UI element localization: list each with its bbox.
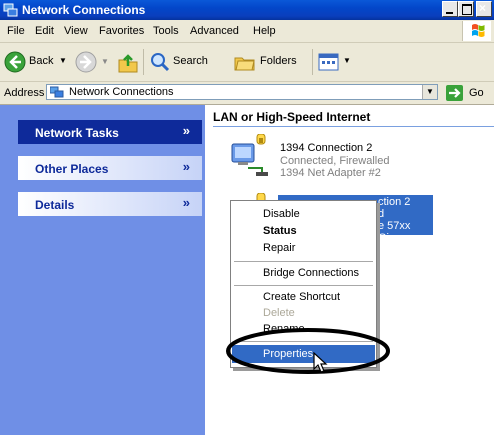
other-places-header[interactable]: Other Places » [18,156,202,180]
menu-favorites[interactable]: Favorites [99,25,144,37]
address-dropdown-button[interactable]: ▼ [422,85,437,99]
menu-separator [234,285,373,286]
go-label: Go [469,87,484,99]
connection-name: 1394 Connection 2 [280,142,373,154]
menu-item-disable[interactable]: Disable [232,205,375,223]
network-connections-icon [3,3,18,17]
address-input[interactable]: Network Connections ▼ [46,84,438,100]
menu-item-status[interactable]: Status [232,222,375,240]
forward-button[interactable]: ▼ [75,51,111,75]
menu-item-bridge-connections[interactable]: Bridge Connections [232,264,375,282]
expand-chevron-icon[interactable]: » [183,195,190,210]
connection-device: 1394 Net Adapter #2 [280,167,381,179]
mouse-cursor-icon [313,352,328,373]
section-divider [213,126,494,127]
address-bar: Address Network Connections ▼ Go [0,82,494,105]
menu-view[interactable]: View [64,25,88,37]
go-arrow-icon [446,85,463,101]
views-dropdown-icon[interactable]: ▼ [343,56,351,65]
toolbar: Back ▼ ▼ Search Folders ▼ [0,43,494,82]
search-icon [151,53,170,72]
title-bar[interactable]: Network Connections × [0,0,494,20]
collapse-chevron-icon[interactable]: » [183,123,190,138]
up-folder-icon[interactable] [117,52,139,74]
windows-logo-icon [462,21,491,41]
toolbar-separator [143,49,144,75]
menu-edit[interactable]: Edit [35,25,54,37]
chevron-down-icon: ▼ [426,87,434,96]
menu-bar: File Edit View Favorites Tools Advanced … [0,20,494,43]
highlight-ellipse [226,328,390,374]
search-label: Search [173,55,208,67]
network-tasks-header[interactable]: Network Tasks » [18,120,202,144]
address-value: Network Connections [69,86,174,98]
section-title: LAN or High-Speed Internet [213,110,371,124]
details-header[interactable]: Details » [18,192,202,216]
views-button[interactable]: ▼ [318,52,354,74]
connection-status: d [378,208,385,220]
toolbar-separator [312,49,313,75]
network-connection-icon [231,134,268,176]
address-label: Address [4,87,45,99]
connection-status: Connected, Firewalled [280,155,390,167]
minimize-button[interactable] [442,1,458,17]
close-button[interactable]: × [476,1,492,17]
network-connections-icon [50,86,64,98]
details-label: Details [35,198,75,212]
menu-file[interactable]: File [7,25,25,37]
go-button[interactable]: Go [446,84,490,102]
back-dropdown-icon[interactable]: ▼ [59,56,67,65]
menu-help[interactable]: Help [253,25,276,37]
back-arrow-icon [4,51,26,73]
maximize-button[interactable] [458,1,474,17]
menu-separator [234,261,373,262]
folders-label: Folders [260,55,297,67]
forward-dropdown-icon[interactable]: ▼ [101,57,109,66]
forward-arrow-icon [75,51,97,73]
folders-icon [234,57,255,71]
back-button[interactable]: Back ▼ [4,49,67,75]
connection-device: e 57xx Gig... [378,220,411,244]
search-button[interactable]: Search [148,49,228,75]
other-places-label: Other Places [35,162,109,176]
connection-item[interactable]: 1394 Connection 2 Connected, Firewalled … [228,134,428,180]
expand-chevron-icon[interactable]: » [183,159,190,174]
window-title: Network Connections [22,3,146,17]
menu-advanced[interactable]: Advanced [190,25,239,37]
task-pane: Network Tasks » Other Places » Details » [0,105,205,435]
back-label: Back [29,55,54,67]
connection-name: ction 2 [378,196,411,208]
network-tasks-label: Network Tasks [35,126,119,140]
menu-item-repair[interactable]: Repair [232,239,375,257]
menu-tools[interactable]: Tools [153,25,179,37]
views-icon [318,53,339,71]
folders-button[interactable]: Folders [232,49,308,75]
